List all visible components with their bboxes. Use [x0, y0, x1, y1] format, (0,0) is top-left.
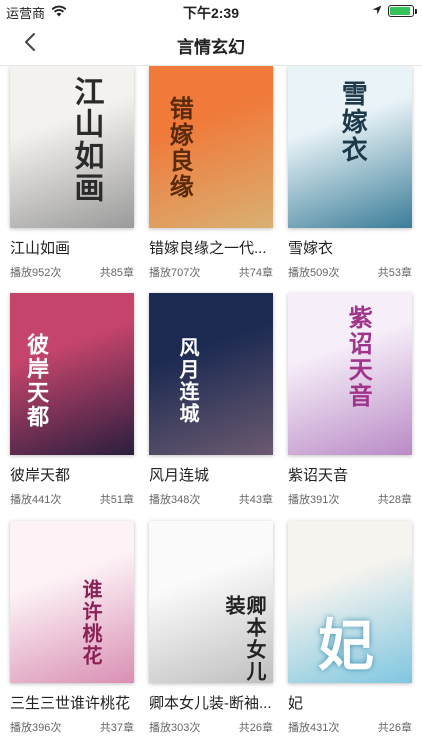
status-right [372, 3, 417, 18]
book-title: 三生三世谁许桃花 [10, 695, 131, 712]
book-cover: 妃 [288, 521, 412, 683]
book-card[interactable]: 彼岸天都 彼岸天都 播放441次 共51章 [10, 293, 134, 507]
book-cover: 风月连城 [149, 293, 273, 455]
chapter-count: 共43章 [238, 494, 273, 506]
book-meta: 播放396次 共37章 [10, 719, 134, 735]
chapter-count: 共26章 [377, 722, 412, 734]
book-card[interactable]: 妃 妃 播放431次 共26章 [288, 521, 412, 735]
book-card[interactable]: 错嫁良缘 错嫁良缘之一代... 播放707次 共74章 [149, 66, 273, 280]
chapter-count: 共26章 [238, 722, 273, 734]
book-title: 妃 [288, 695, 304, 712]
book-title: 卿本女儿装-断袖... [149, 695, 272, 712]
cover-title: 紫诏天音 [344, 305, 374, 409]
book-meta: 播放509次 共53章 [288, 264, 412, 280]
play-count: 播放396次 [10, 722, 62, 734]
chapter-count: 共28章 [377, 494, 412, 506]
book-title: 彼岸天都 [10, 467, 71, 484]
book-card[interactable]: 卿本女儿装 卿本女儿装-断袖... 播放303次 共26章 [149, 521, 273, 735]
cover-title: 错嫁良缘 [165, 96, 195, 200]
book-card[interactable]: 紫诏天音 紫诏天音 播放391次 共28章 [288, 293, 412, 507]
book-meta: 播放431次 共26章 [288, 719, 412, 735]
cover-title: 风月连城 [176, 337, 200, 425]
battery-icon [388, 4, 417, 17]
book-cover: 彼岸天都 [10, 293, 134, 455]
cover-title: 妃 [318, 613, 376, 679]
location-icon [372, 3, 382, 18]
chapter-count: 共37章 [99, 722, 134, 734]
book-cover: 紫诏天音 [288, 293, 412, 455]
play-count: 播放441次 [10, 494, 62, 506]
chapter-count: 共53章 [377, 267, 412, 279]
book-meta: 播放348次 共43章 [149, 491, 273, 507]
play-count: 播放509次 [288, 267, 340, 279]
book-meta: 播放441次 共51章 [10, 491, 134, 507]
status-bar: 运营商 下午2:39 [0, 0, 422, 22]
book-cover: 雪嫁衣 [288, 66, 412, 228]
book-cover: 卿本女儿装 [149, 521, 273, 683]
play-count: 播放707次 [149, 267, 201, 279]
battery-level [390, 6, 410, 15]
book-title: 雪嫁衣 [288, 240, 334, 257]
book-card[interactable]: 雪嫁衣 雪嫁衣 播放509次 共53章 [288, 66, 412, 280]
cover-title: 卿本女儿装 [222, 595, 267, 683]
book-meta: 播放303次 共26章 [149, 719, 273, 735]
book-grid: 江山如画 江山如画 播放952次 共85章 错嫁良缘 错嫁良缘之一代... 播放… [0, 66, 422, 750]
play-count: 播放303次 [149, 722, 201, 734]
book-title: 风月连城 [149, 467, 210, 484]
play-count: 播放348次 [149, 494, 201, 506]
cover-title: 江山如画 [68, 76, 104, 204]
book-title: 紫诏天音 [288, 467, 349, 484]
book-card[interactable]: 谁许桃花 三生三世谁许桃花 播放396次 共37章 [10, 521, 134, 735]
play-count: 播放431次 [288, 722, 340, 734]
chapter-count: 共85章 [99, 267, 134, 279]
book-card[interactable]: 风月连城 风月连城 播放348次 共43章 [149, 293, 273, 507]
book-meta: 播放707次 共74章 [149, 264, 273, 280]
cover-title: 彼岸天都 [23, 333, 50, 429]
status-time: 下午2:39 [182, 5, 240, 21]
book-cover: 错嫁良缘 [149, 66, 273, 228]
page-title: 言情玄幻 [177, 38, 245, 57]
book-meta: 播放952次 共85章 [10, 264, 134, 280]
book-meta: 播放391次 共28章 [288, 491, 412, 507]
play-count: 播放391次 [288, 494, 340, 506]
book-card[interactable]: 江山如画 江山如画 播放952次 共85章 [10, 66, 134, 280]
book-cover: 江山如画 [10, 66, 134, 228]
chapter-count: 共74章 [238, 267, 273, 279]
play-count: 播放952次 [10, 267, 62, 279]
book-title: 错嫁良缘之一代... [149, 240, 267, 257]
cover-title: 雪嫁衣 [337, 80, 368, 164]
cover-title: 谁许桃花 [79, 579, 103, 667]
chapter-count: 共51章 [99, 494, 134, 506]
nav-bar: 言情玄幻 [0, 22, 422, 66]
book-title: 江山如画 [10, 240, 71, 257]
book-cover: 谁许桃花 [10, 521, 134, 683]
